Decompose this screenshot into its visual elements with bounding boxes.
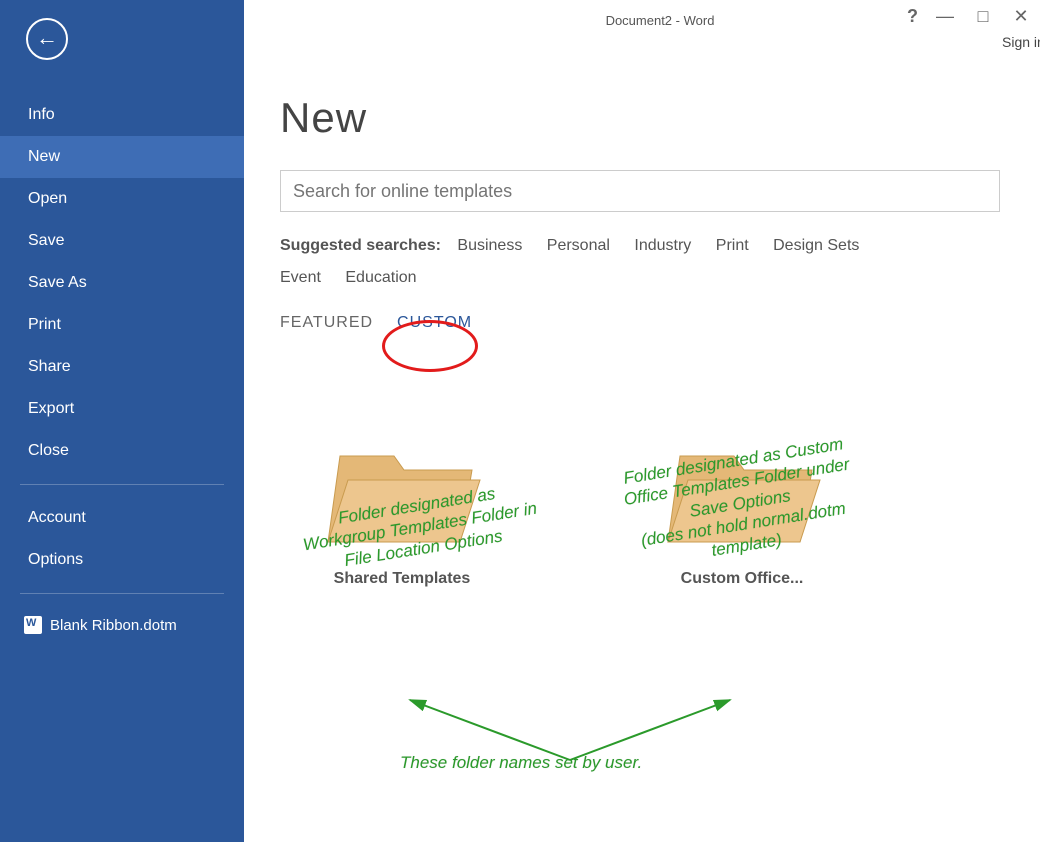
signin-link[interactable]: Sign in: [1002, 34, 1040, 50]
tab-featured[interactable]: FEATURED: [280, 314, 373, 332]
sidebar-item-export[interactable]: Export: [0, 388, 244, 430]
suggested-link-business[interactable]: Business: [457, 237, 522, 254]
suggested-link-design-sets[interactable]: Design Sets: [773, 237, 859, 254]
back-arrow-icon: ←: [36, 27, 58, 49]
suggested-link-industry[interactable]: Industry: [634, 237, 691, 254]
sidebar-item-open[interactable]: Open: [0, 178, 244, 220]
template-tabs: FEATURED CUSTOM: [280, 314, 1040, 332]
recent-file[interactable]: Blank Ribbon.dotm: [0, 606, 244, 644]
page-title: New: [280, 94, 1040, 142]
word-file-icon: [24, 616, 42, 634]
sidebar-item-save[interactable]: Save: [0, 220, 244, 262]
sidebar-item-close[interactable]: Close: [0, 430, 244, 472]
app-root: ← Info New Open Save Save As Print Share…: [0, 0, 1040, 842]
folder-shared-templates[interactable]: Shared Templates: [302, 432, 502, 588]
template-search-input[interactable]: [293, 181, 987, 202]
document-title: Document2 - Word: [606, 13, 715, 28]
suggested-link-personal[interactable]: Personal: [547, 237, 610, 254]
titlebar: Document2 - Word ? — □ ✕: [280, 0, 1040, 40]
sidebar-item-save-as[interactable]: Save As: [0, 262, 244, 304]
backstage-sidebar: ← Info New Open Save Save As Print Share…: [0, 0, 244, 842]
tab-custom[interactable]: CUSTOM: [397, 314, 472, 332]
suggested-link-print[interactable]: Print: [716, 237, 749, 254]
window-controls: ? — □ ✕: [907, 6, 1032, 27]
template-folders: Shared Templates Custom Office...: [302, 432, 1040, 588]
template-search-box[interactable]: [280, 170, 1000, 212]
suggested-link-education[interactable]: Education: [345, 269, 416, 286]
sidebar-separator: [20, 484, 224, 485]
sidebar-menu: Info New Open Save Save As Print Share E…: [0, 94, 244, 644]
help-button[interactable]: ?: [907, 6, 918, 27]
suggested-label: Suggested searches:: [280, 237, 441, 254]
sidebar-separator-2: [20, 593, 224, 594]
recent-file-label: Blank Ribbon.dotm: [50, 617, 177, 634]
minimize-button[interactable]: —: [934, 6, 956, 27]
folder-icon: [322, 432, 482, 552]
folder-icon: [662, 432, 822, 552]
suggested-searches: Suggested searches: Business Personal In…: [280, 230, 1000, 294]
restore-button[interactable]: □: [972, 6, 994, 27]
sidebar-item-print[interactable]: Print: [0, 304, 244, 346]
suggested-link-event[interactable]: Event: [280, 269, 321, 286]
main-panel: Document2 - Word ? — □ ✕ Sign in New Sug…: [244, 0, 1040, 842]
close-window-button[interactable]: ✕: [1010, 6, 1032, 27]
sidebar-item-new[interactable]: New: [0, 136, 244, 178]
folder-custom-office[interactable]: Custom Office...: [642, 432, 842, 588]
folder-label-shared: Shared Templates: [334, 570, 471, 588]
back-button[interactable]: ←: [26, 18, 68, 60]
sidebar-item-share[interactable]: Share: [0, 346, 244, 388]
sidebar-item-options[interactable]: Options: [0, 539, 244, 581]
folder-label-custom: Custom Office...: [681, 570, 804, 588]
sidebar-item-account[interactable]: Account: [0, 497, 244, 539]
sidebar-item-info[interactable]: Info: [0, 94, 244, 136]
